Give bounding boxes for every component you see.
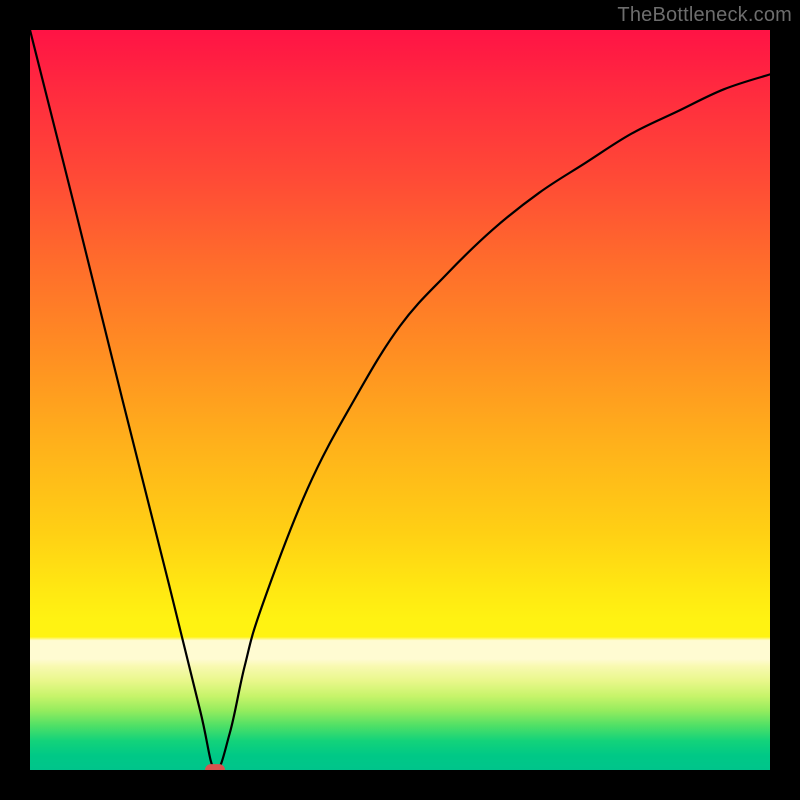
chart-svg (30, 30, 770, 770)
minimum-marker (205, 764, 225, 770)
curve-line (30, 30, 770, 770)
chart-frame: TheBottleneck.com (0, 0, 800, 800)
attribution-text: TheBottleneck.com (617, 4, 792, 27)
plot-area (30, 30, 770, 770)
